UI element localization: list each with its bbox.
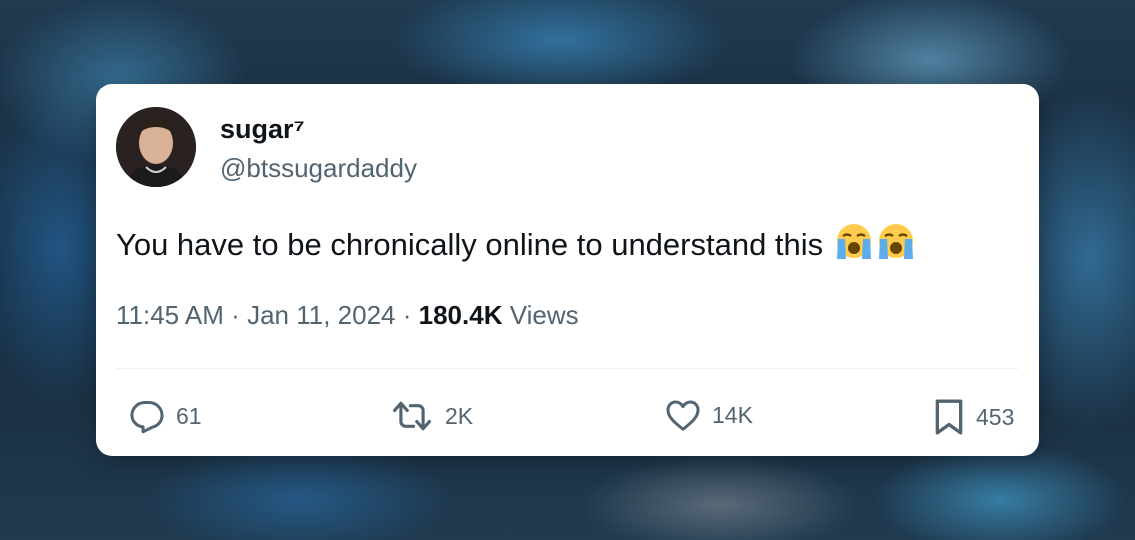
reply-icon bbox=[128, 397, 166, 435]
bookmark-button[interactable]: 453 bbox=[932, 397, 1014, 437]
like-count: 14K bbox=[712, 401, 753, 428]
heart-icon bbox=[664, 397, 702, 433]
loudly-crying-face-emoji bbox=[876, 223, 916, 269]
bookmark-count: 453 bbox=[976, 403, 1015, 430]
tweet-text-content: You have to be chronically online to und… bbox=[116, 227, 824, 262]
user-handle[interactable]: @btssugardaddy bbox=[220, 153, 417, 184]
loudly-crying-face-emoji bbox=[834, 223, 874, 269]
bookmark-icon bbox=[932, 397, 966, 437]
tweet-text: You have to be chronically online to und… bbox=[116, 223, 916, 269]
reply-count: 61 bbox=[176, 402, 202, 429]
display-name[interactable]: sugar⁷ bbox=[220, 114, 305, 145]
reply-button[interactable]: 61 bbox=[128, 397, 202, 435]
repost-button[interactable]: 2K bbox=[389, 397, 473, 435]
tweet-time[interactable]: 11:45 AM bbox=[116, 300, 224, 330]
like-button[interactable]: 14K bbox=[664, 397, 753, 433]
tweet-meta: 11:45 AM · Jan 11, 2024 · 180.4K Views bbox=[116, 300, 579, 331]
avatar[interactable] bbox=[116, 107, 196, 187]
tweet-card[interactable]: sugar⁷ @btssugardaddy You have to be chr… bbox=[96, 84, 1039, 456]
meta-separator: · bbox=[402, 300, 412, 330]
divider bbox=[116, 368, 1019, 369]
tweet-date[interactable]: Jan 11, 2024 bbox=[247, 300, 395, 330]
repost-icon bbox=[389, 397, 435, 435]
views-count: 180.4K bbox=[418, 300, 503, 330]
repost-count: 2K bbox=[445, 402, 474, 429]
views-label: Views bbox=[509, 300, 579, 330]
meta-separator: · bbox=[231, 300, 240, 330]
